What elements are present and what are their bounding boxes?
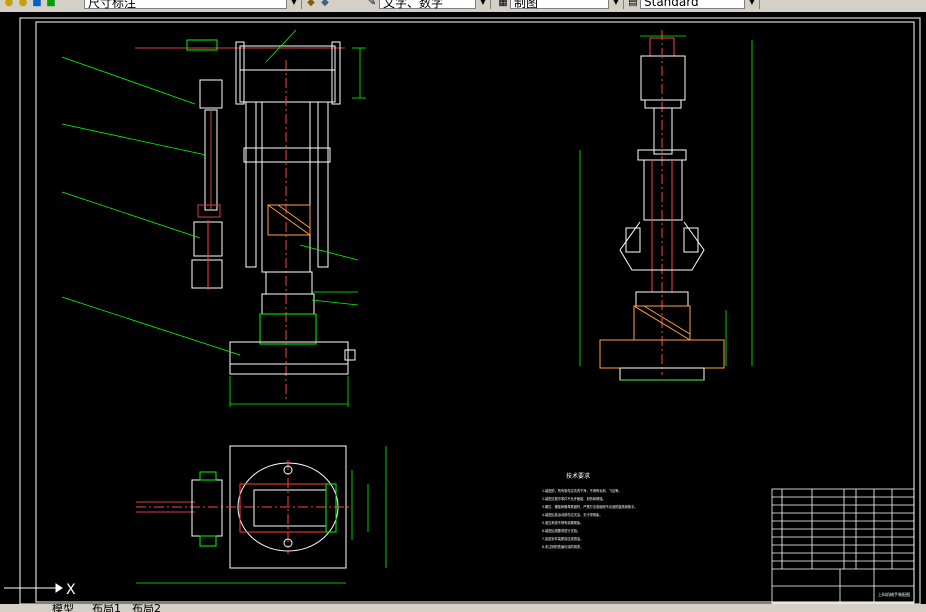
table-style-combo[interactable]: 制图 ▼ [510, 0, 624, 10]
table-style-group: ▦ 制图 ▼ [496, 0, 624, 10]
note-line: 3.螺钉、螺栓和螺母紧固时，严禁打击或使用不合适的旋具和扳手。 [542, 504, 637, 509]
chevron-down-icon[interactable]: ▼ [286, 0, 301, 9]
note-line: 6.装配后按要求进行试验。 [542, 528, 580, 533]
dim-style-combo[interactable]: 尺寸标注 ▼ [84, 0, 302, 10]
layer-lock-icon[interactable]: ■ [30, 0, 44, 8]
table-style-icon[interactable]: ▦ [496, 0, 510, 8]
layout-tabs: 模型 布局1 布局2 [0, 604, 926, 612]
dim-style-value: 尺寸标注 [88, 0, 137, 10]
note-line: 5.液压系统不得有渗漏现象。 [542, 520, 583, 525]
table-style-value: 制图 [514, 0, 539, 10]
text-style-icon[interactable]: ✎ [365, 0, 379, 8]
chevron-down-icon[interactable]: ▼ [475, 0, 490, 9]
note-line: 7.各密封件装配前应浸透油。 [542, 536, 583, 541]
plot-style-combo[interactable]: Standard ▼ [640, 0, 760, 9]
plot-style-group: ▤ Standard ▼ [626, 0, 760, 10]
note-line: 8.未注明的表面均涂防锈漆。 [542, 544, 583, 549]
side-view [599, 30, 725, 381]
layer-state-icon[interactable]: ● [2, 0, 16, 8]
text-style-value: 文字、数字 [383, 0, 444, 10]
textstyle-manager-icon[interactable]: ◆ [318, 0, 332, 8]
note-line: 1.装配前，所有零件应清洗干净，不得有毛刺、飞边等。 [542, 488, 622, 493]
ucs-x-label: X [66, 582, 76, 598]
drawing-frame [19, 17, 921, 605]
drawing-canvas[interactable]: 技术要求 1.装配前，所有零件应清洗干净，不得有毛刺、飞边等。 2.装配过程中零… [0, 12, 926, 608]
front-view [135, 39, 356, 400]
layer-controls: ● ● ■ ■ [2, 0, 58, 10]
top-view [136, 445, 352, 569]
tab-model[interactable]: 模型 [52, 604, 74, 612]
dimstyle-manager-icon[interactable]: ◆ [304, 0, 318, 8]
note-line: 2.装配过程中零件不允许磕碰、划伤和锈蚀。 [542, 496, 606, 501]
tab-layout2[interactable]: 布局2 [132, 604, 161, 612]
side-view-dimensions [579, 35, 753, 381]
layer-color-icon[interactable]: ■ [44, 0, 58, 8]
text-style-combo[interactable]: 文字、数字 ▼ [379, 0, 491, 10]
ucs-icon: X [4, 582, 76, 598]
plot-style-icon[interactable]: ▤ [626, 0, 640, 8]
top-view-dimensions [136, 446, 387, 584]
tab-layout1[interactable]: 布局1 [92, 604, 121, 612]
note-line: 4.装配后各运动部件应灵活，无卡滞现象。 [542, 512, 602, 517]
plot-style-value: Standard [644, 0, 699, 9]
notes-title: 技术要求 [566, 472, 590, 480]
toolbar: ● ● ■ ■ 尺寸标注 ▼ ◆ ◆ ✎ 文字、数字 ▼ ▦ 制图 ▼ ▤ St… [0, 0, 926, 12]
text-style-group: ✎ 文字、数字 ▼ [365, 0, 491, 10]
chevron-down-icon[interactable]: ▼ [744, 0, 759, 9]
chevron-down-icon[interactable]: ▼ [608, 0, 623, 9]
technical-requirements: 技术要求 1.装配前，所有零件应清洗干净，不得有毛刺、飞边等。 2.装配过程中零… [542, 472, 637, 549]
title-block-name: 上料机械手装配图 [878, 591, 910, 597]
parts-list [771, 488, 915, 604]
front-view-leaders [61, 29, 366, 407]
style-icons: ◆ ◆ [304, 0, 332, 10]
layer-freeze-icon[interactable]: ● [16, 0, 30, 8]
